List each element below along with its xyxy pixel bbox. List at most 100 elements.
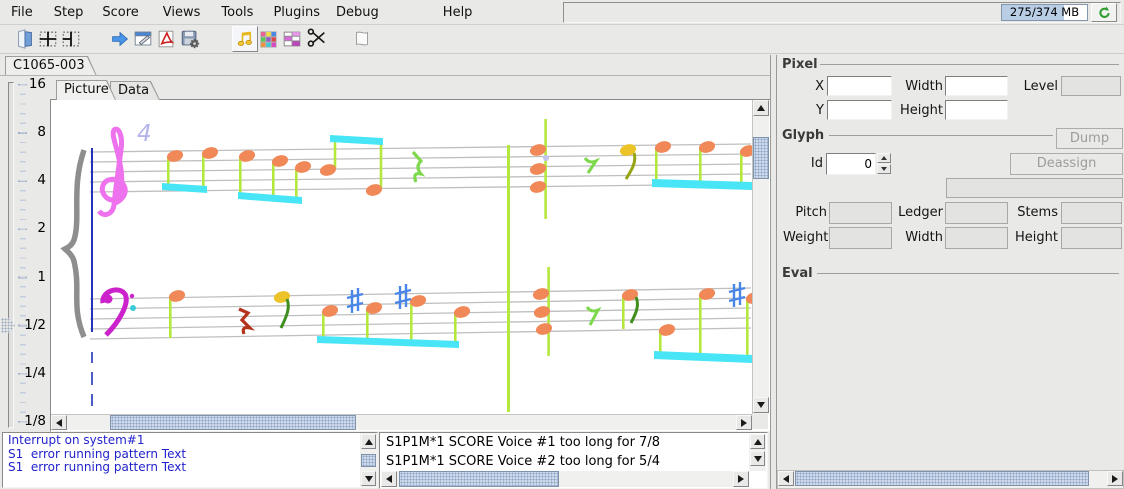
glyph-group-title: Glyph [782, 128, 825, 143]
inspector-panel: Pixel X Width Level Y Height Glyph Dump … [777, 55, 1124, 489]
tab-picture[interactable]: Picture [56, 80, 116, 100]
spinner-up-button[interactable] [877, 153, 891, 163]
hscroll-thumb[interactable] [110, 415, 356, 430]
score-viewport: 4 [50, 99, 771, 432]
pixel-y-input[interactable] [827, 100, 892, 120]
pixel-width-input[interactable] [945, 76, 1008, 96]
dump-button[interactable]: Dump [1056, 128, 1123, 149]
scroll-left-button[interactable] [778, 471, 794, 486]
log-line: Interrupt on system#1 [8, 433, 145, 447]
noteheads[interactable] [166, 139, 752, 337]
group-separator [829, 135, 1053, 136]
script-page-icon[interactable] [349, 26, 375, 52]
ledger-input [945, 202, 1008, 224]
document-tab-label: C1065-003 [13, 58, 85, 73]
bass-clef-dot [130, 305, 136, 311]
ledger-label: Ledger [898, 205, 943, 220]
document-tab[interactable]: C1065-003 [5, 56, 97, 76]
ruler-label: 1/8 [24, 413, 46, 429]
glyph-id-input[interactable] [826, 153, 876, 175]
pitch-input [829, 202, 892, 224]
hscroll-thumb[interactable] [399, 471, 559, 487]
issue-row[interactable]: S1P1M*1 SCORE Voice #2 too long for 5/4 [380, 453, 767, 472]
ruler-label: 8 [37, 124, 46, 140]
menu-help[interactable]: Help [440, 3, 476, 22]
menu-score[interactable]: Score [99, 3, 141, 22]
app-window: File Step Score Views Tools Plugins Debu… [0, 0, 1124, 489]
scroll-right-button[interactable] [736, 415, 752, 430]
scroll-left-button[interactable] [51, 415, 67, 430]
main-splitter[interactable] [770, 55, 777, 489]
split-vertical-icon[interactable] [58, 26, 84, 52]
stems-input [1061, 202, 1122, 224]
log-vscrollbar[interactable] [360, 433, 377, 487]
log-panel: Interrupt on system#1 S1 error running p… [2, 432, 378, 488]
tab-data[interactable]: Data [110, 81, 160, 100]
tab-row-divider [0, 75, 770, 76]
save-settings-icon[interactable] [177, 26, 203, 52]
score-hscrollbar[interactable] [51, 414, 752, 430]
deassign-button[interactable]: Deassign [1010, 153, 1123, 175]
menu-views[interactable]: Views [160, 3, 204, 22]
scroll-right-button[interactable] [1107, 471, 1123, 486]
glyph-width-label: Width [905, 230, 943, 245]
pixel-y-label: Y [816, 103, 824, 118]
score-canvas[interactable]: 4 [51, 100, 752, 413]
pixel-group-title: Pixel [782, 57, 818, 72]
inspector-hscrollbar[interactable] [777, 470, 1124, 489]
menu-debug[interactable]: Debug [333, 3, 382, 22]
tab-picture-label: Picture [64, 82, 109, 97]
pdf-export-icon[interactable] [153, 26, 179, 52]
issue-row[interactable]: S1P1M*1 SCORE Voice #1 too long for 7/8 [380, 434, 767, 453]
pixel-height-input[interactable] [945, 100, 1008, 120]
menu-bar: File Step Score Views Tools Plugins Debu… [0, 0, 1124, 25]
menu-step[interactable]: Step [51, 3, 87, 22]
refresh-icon [1098, 6, 1110, 18]
scroll-corner [752, 414, 768, 429]
stems-label: Stems [1017, 205, 1058, 220]
vscroll-thumb[interactable] [361, 454, 376, 467]
ruler-label: 1/2 [24, 317, 46, 333]
pixel-width-label: Width [905, 79, 943, 94]
issues-hscrollbar[interactable] [381, 471, 749, 487]
pixel-height-label: Height [900, 103, 943, 118]
weight-label: Weight [783, 230, 829, 245]
scroll-left-button[interactable] [381, 471, 397, 487]
scroll-right-button[interactable] [733, 471, 749, 487]
issues-vscrollbar[interactable] [749, 434, 766, 471]
ruler-label: 16 [28, 76, 46, 92]
vscroll-thumb[interactable] [753, 137, 769, 179]
scroll-down-button[interactable] [361, 471, 376, 486]
menu-plugins[interactable]: Plugins [270, 3, 323, 22]
pixel-x-input[interactable] [827, 76, 892, 96]
pixel-level-label: Level [1023, 79, 1058, 94]
gc-refresh-button[interactable] [1091, 3, 1117, 22]
pixel-level-input [1061, 76, 1121, 96]
ruler-label: 4 [37, 172, 46, 188]
scroll-down-button[interactable] [753, 397, 769, 413]
score-vscrollbar[interactable] [752, 100, 769, 414]
memory-indicator: 275/374 MB [1001, 4, 1088, 21]
menu-file[interactable]: File [8, 3, 36, 22]
scroll-up-button[interactable] [750, 434, 765, 449]
middle-barline[interactable] [507, 145, 510, 412]
color-table-icon[interactable] [279, 26, 305, 52]
scroll-down-button[interactable] [750, 451, 765, 466]
system-brace [60, 149, 87, 339]
scissors-icon[interactable] [304, 26, 330, 52]
glyph-height-label: Height [1015, 230, 1058, 245]
memory-usage-label: 275/374 MB [1009, 5, 1080, 19]
spinner-down-button[interactable] [877, 164, 891, 174]
hscroll-thumb[interactable] [795, 471, 1089, 486]
time-signature[interactable]: 4 [137, 121, 152, 147]
scroll-up-button[interactable] [753, 100, 769, 116]
palette-icon[interactable] [255, 26, 281, 52]
group-separator [817, 273, 1119, 274]
group-separator [820, 64, 1119, 65]
scroll-up-button[interactable] [361, 434, 376, 449]
eval-group-title: Eval [782, 266, 813, 281]
toolbar [0, 25, 1124, 54]
menu-tools[interactable]: Tools [218, 3, 256, 22]
glyph-id-label: Id [810, 156, 823, 171]
pitch-label: Pitch [795, 205, 827, 220]
